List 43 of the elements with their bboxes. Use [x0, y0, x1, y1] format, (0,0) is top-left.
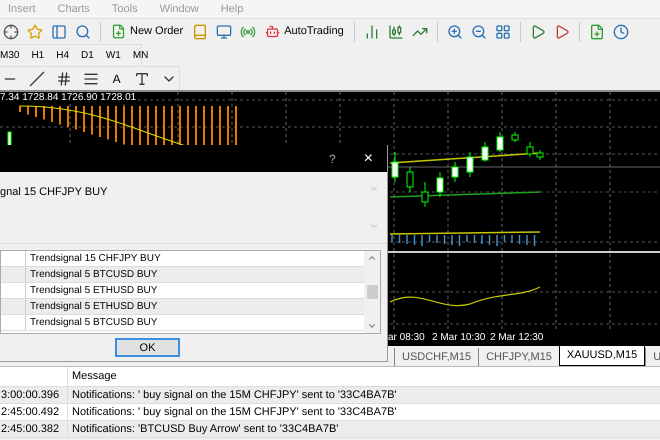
timeframe-button[interactable]: W1: [106, 48, 121, 63]
column-header: Message: [71, 369, 117, 384]
candle: [406, 166, 414, 192]
robot-icon: [265, 24, 280, 39]
alert-message: gnal 15 CHFJPY BUY: [0, 185, 108, 200]
autotrading-button[interactable]: AutoTrading: [261, 20, 348, 42]
chart-tab[interactable]: XAUUSD,M15: [558, 346, 646, 366]
time-axis-label: 2 Mar 10:30: [432, 331, 486, 345]
scrollbar[interactable]: [364, 251, 380, 333]
candle: [422, 182, 428, 208]
candle: [526, 142, 534, 158]
time-axis-label: ar 08:30: [388, 331, 425, 345]
timeframe-button[interactable]: H1: [31, 48, 44, 63]
candle: [496, 132, 504, 152]
text-tool-button[interactable]: A: [108, 70, 125, 88]
ohlc-values: 7.34 1728.84 1726.90 1728.01: [0, 92, 136, 104]
message-cell-text: Notifications: 'BTCUSD Buy Arrow' sent to '33C4BA7B': [71, 422, 338, 437]
alert-list-item[interactable]: Trendsignal 15 CHFJPY BUY: [26, 251, 161, 266]
message-cell-text: Notifications: ' buy signal on the 15M CHFJPY' sent to '33C4BA7B': [71, 388, 397, 403]
candle: [392, 152, 398, 182]
alert-list-item[interactable]: Trendsignal 5 ETHUSD BUY: [26, 283, 158, 298]
candle: [482, 142, 488, 162]
scroll-thumb[interactable]: [366, 285, 378, 299]
time-cell: 2:45:00.382: [0, 420, 68, 438]
time-cell: 3:00:00.396: [0, 386, 68, 404]
close-button[interactable]: ×: [364, 146, 373, 170]
timeframe-button[interactable]: D1: [81, 48, 94, 63]
time-axis-label: 2 Mar 12:30: [490, 331, 544, 345]
candle: [512, 132, 518, 142]
new-order-button[interactable]: New Order: [107, 20, 188, 42]
alert-list-item[interactable]: Trendsignal 5 BTCUSD BUY: [26, 315, 158, 330]
candle: [466, 152, 474, 178]
timeframe-button[interactable]: M30: [0, 48, 20, 63]
help-button[interactable]: ?: [328, 150, 336, 168]
candle: [536, 150, 544, 160]
message-cell-text: Notifications: ' buy signal on the 15M CHFJPY' sent to '33C4BA7B': [71, 404, 397, 420]
timeframe-button[interactable]: MN: [132, 48, 148, 63]
candle: [436, 172, 444, 198]
candle: [452, 162, 458, 182]
timeframe-button[interactable]: H4: [56, 48, 70, 63]
ok-button[interactable]: OK: [115, 338, 180, 357]
new-document-icon: [111, 24, 126, 39]
time-cell: 2:45:00.492: [0, 404, 68, 420]
